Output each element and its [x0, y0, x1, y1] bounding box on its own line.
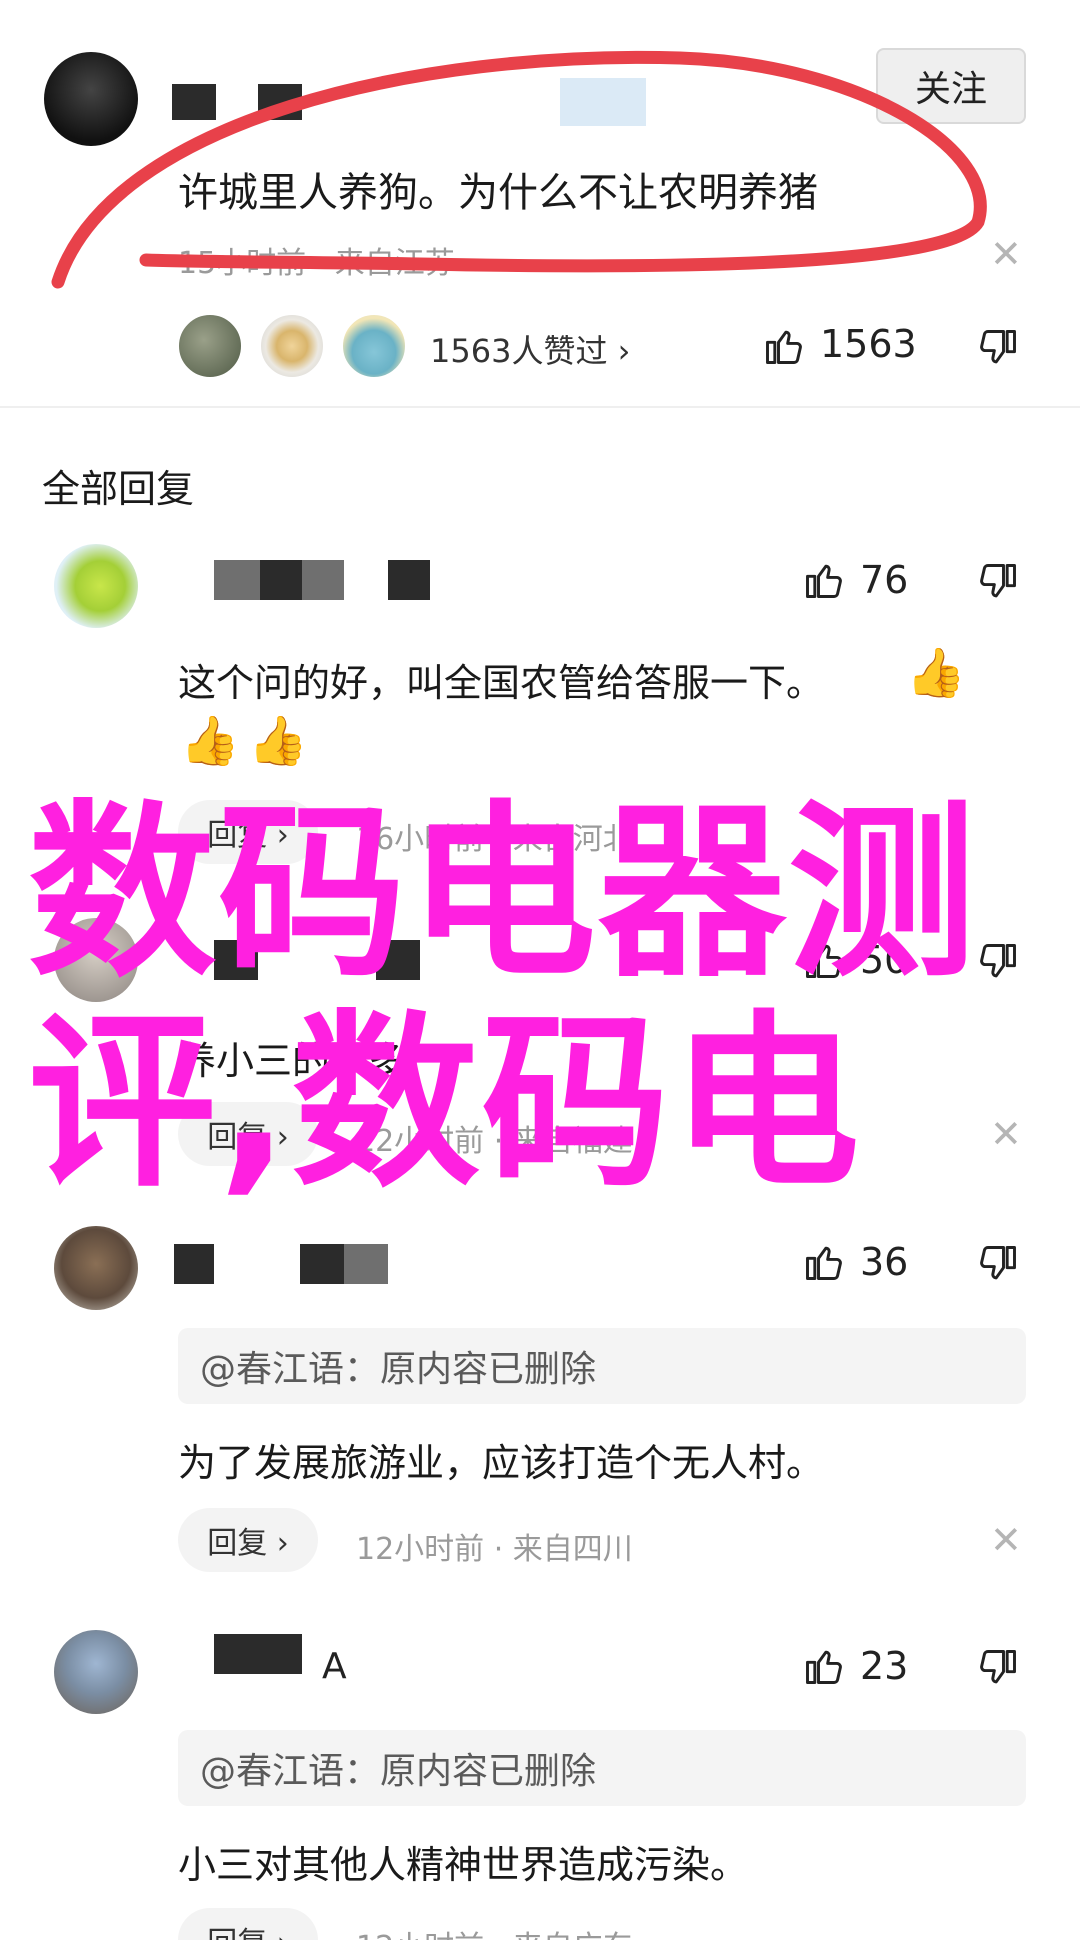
thumbs-up-icon[interactable]	[802, 1240, 846, 1284]
redacted-username	[302, 560, 344, 600]
thumbs-down-icon[interactable]	[976, 1242, 1020, 1286]
reply-text: 这个问的好，叫全国农管给答服一下。	[178, 661, 825, 705]
reply-avatar[interactable]	[54, 1630, 138, 1714]
annotation-ellipse	[51, 50, 987, 289]
liker-avatar[interactable]	[176, 312, 244, 380]
redacted-username	[388, 560, 430, 600]
thumbs-up-emoji-icon: 👍	[248, 713, 308, 769]
thumbs-down-icon[interactable]	[976, 1646, 1020, 1690]
reply-avatar[interactable]	[54, 1226, 138, 1310]
thumbs-down-icon[interactable]	[976, 940, 1020, 984]
close-icon[interactable]: ✕	[990, 1112, 1022, 1156]
thumbs-up-icon[interactable]	[762, 324, 806, 368]
redacted-username	[344, 1244, 388, 1284]
like-count: 36	[860, 1240, 909, 1284]
liker-avatar[interactable]	[340, 312, 408, 380]
quoted-comment[interactable]: @春江语：原内容已删除	[178, 1328, 1026, 1404]
likers-link[interactable]: 1563人赞过 ›	[430, 326, 630, 372]
thumbs-up-emoji-icon: 👍	[180, 713, 240, 769]
watermark-line-1: 数码电器测	[28, 784, 978, 1003]
reply-button[interactable]: 回复 ›	[178, 1508, 318, 1572]
quoted-comment[interactable]: @春江语：原内容已删除	[178, 1730, 1026, 1806]
thumbs-up-emoji-icon: 👍	[906, 645, 966, 701]
reply-text: 小三对其他人精神世界造成污染。	[178, 1843, 749, 1887]
section-title: 全部回复	[42, 467, 195, 511]
reply-avatar[interactable]	[54, 544, 138, 628]
thumbs-up-icon[interactable]	[802, 1644, 846, 1688]
redacted-username	[174, 1244, 214, 1284]
redacted-username	[214, 560, 260, 600]
redacted-username	[260, 560, 302, 600]
reply-meta: 12小时前 · 来自广东	[356, 1922, 633, 1940]
reply-text: 为了发展旅游业，应该打造个无人村。	[178, 1441, 825, 1485]
reply-meta: 12小时前 · 来自四川	[356, 1532, 633, 1567]
thumbs-down-icon[interactable]	[976, 326, 1020, 370]
redacted-username	[214, 1634, 302, 1674]
like-count: 1563	[820, 322, 917, 366]
section-divider	[0, 406, 1080, 408]
liker-avatar[interactable]	[258, 312, 326, 380]
thumbs-up-icon[interactable]	[802, 558, 846, 602]
reply-button[interactable]: 回复 ›	[178, 1908, 318, 1940]
thumbs-down-icon[interactable]	[976, 560, 1020, 604]
reply-username: A	[322, 1646, 347, 1687]
watermark-line-2: 评,数码电	[28, 994, 862, 1213]
redacted-username	[300, 1244, 344, 1284]
like-count: 76	[860, 558, 909, 602]
close-icon[interactable]: ✕	[990, 1518, 1022, 1562]
like-count: 23	[860, 1644, 909, 1688]
